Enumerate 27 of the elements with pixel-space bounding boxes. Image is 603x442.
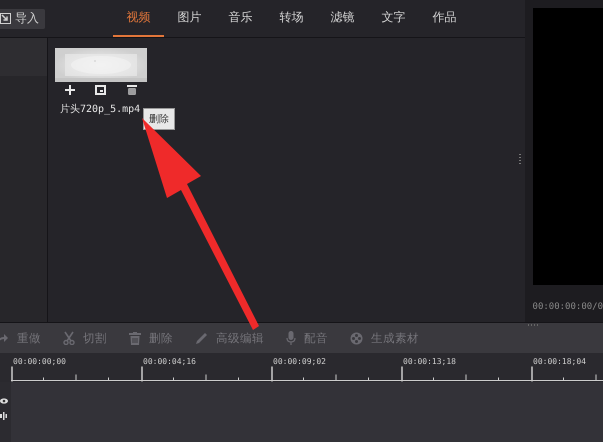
redo-icon xyxy=(0,332,9,344)
tab[interactable]: 滤镜 xyxy=(317,0,368,37)
timecode-label: 00:00:18;04 xyxy=(533,357,586,366)
tab[interactable]: 音乐 xyxy=(215,0,266,37)
scissors-icon xyxy=(63,331,75,346)
tab[interactable]: 文字 xyxy=(368,0,419,37)
timecode-label: 00:00:04;16 xyxy=(143,357,196,366)
timecode-label: 00:00:00;00 xyxy=(13,357,66,366)
eye-icon[interactable] xyxy=(0,398,8,404)
add-icon[interactable] xyxy=(65,85,76,95)
pencil-icon xyxy=(195,332,208,345)
tab[interactable]: 转场 xyxy=(266,0,317,37)
tooltip: 删除 xyxy=(143,108,175,130)
trash-icon[interactable] xyxy=(126,85,137,95)
trash-icon xyxy=(129,332,141,345)
preview-time: 00:00:00:00/0 xyxy=(532,302,603,312)
import-icon xyxy=(0,13,11,24)
timecode-label: 00:00:13;18 xyxy=(403,357,456,366)
microphone-icon xyxy=(286,331,296,346)
window-icon[interactable] xyxy=(95,85,106,95)
tab[interactable]: 作品 xyxy=(419,0,470,37)
film-reel-icon xyxy=(350,332,363,345)
timecode-label: 00:00:09;02 xyxy=(273,357,326,366)
media-filename: 片头720p_5.mp4 xyxy=(60,102,142,116)
tab[interactable]: 图片 xyxy=(164,0,215,37)
audio-icon[interactable] xyxy=(0,412,7,420)
import-button[interactable]: 导入 xyxy=(0,8,45,28)
